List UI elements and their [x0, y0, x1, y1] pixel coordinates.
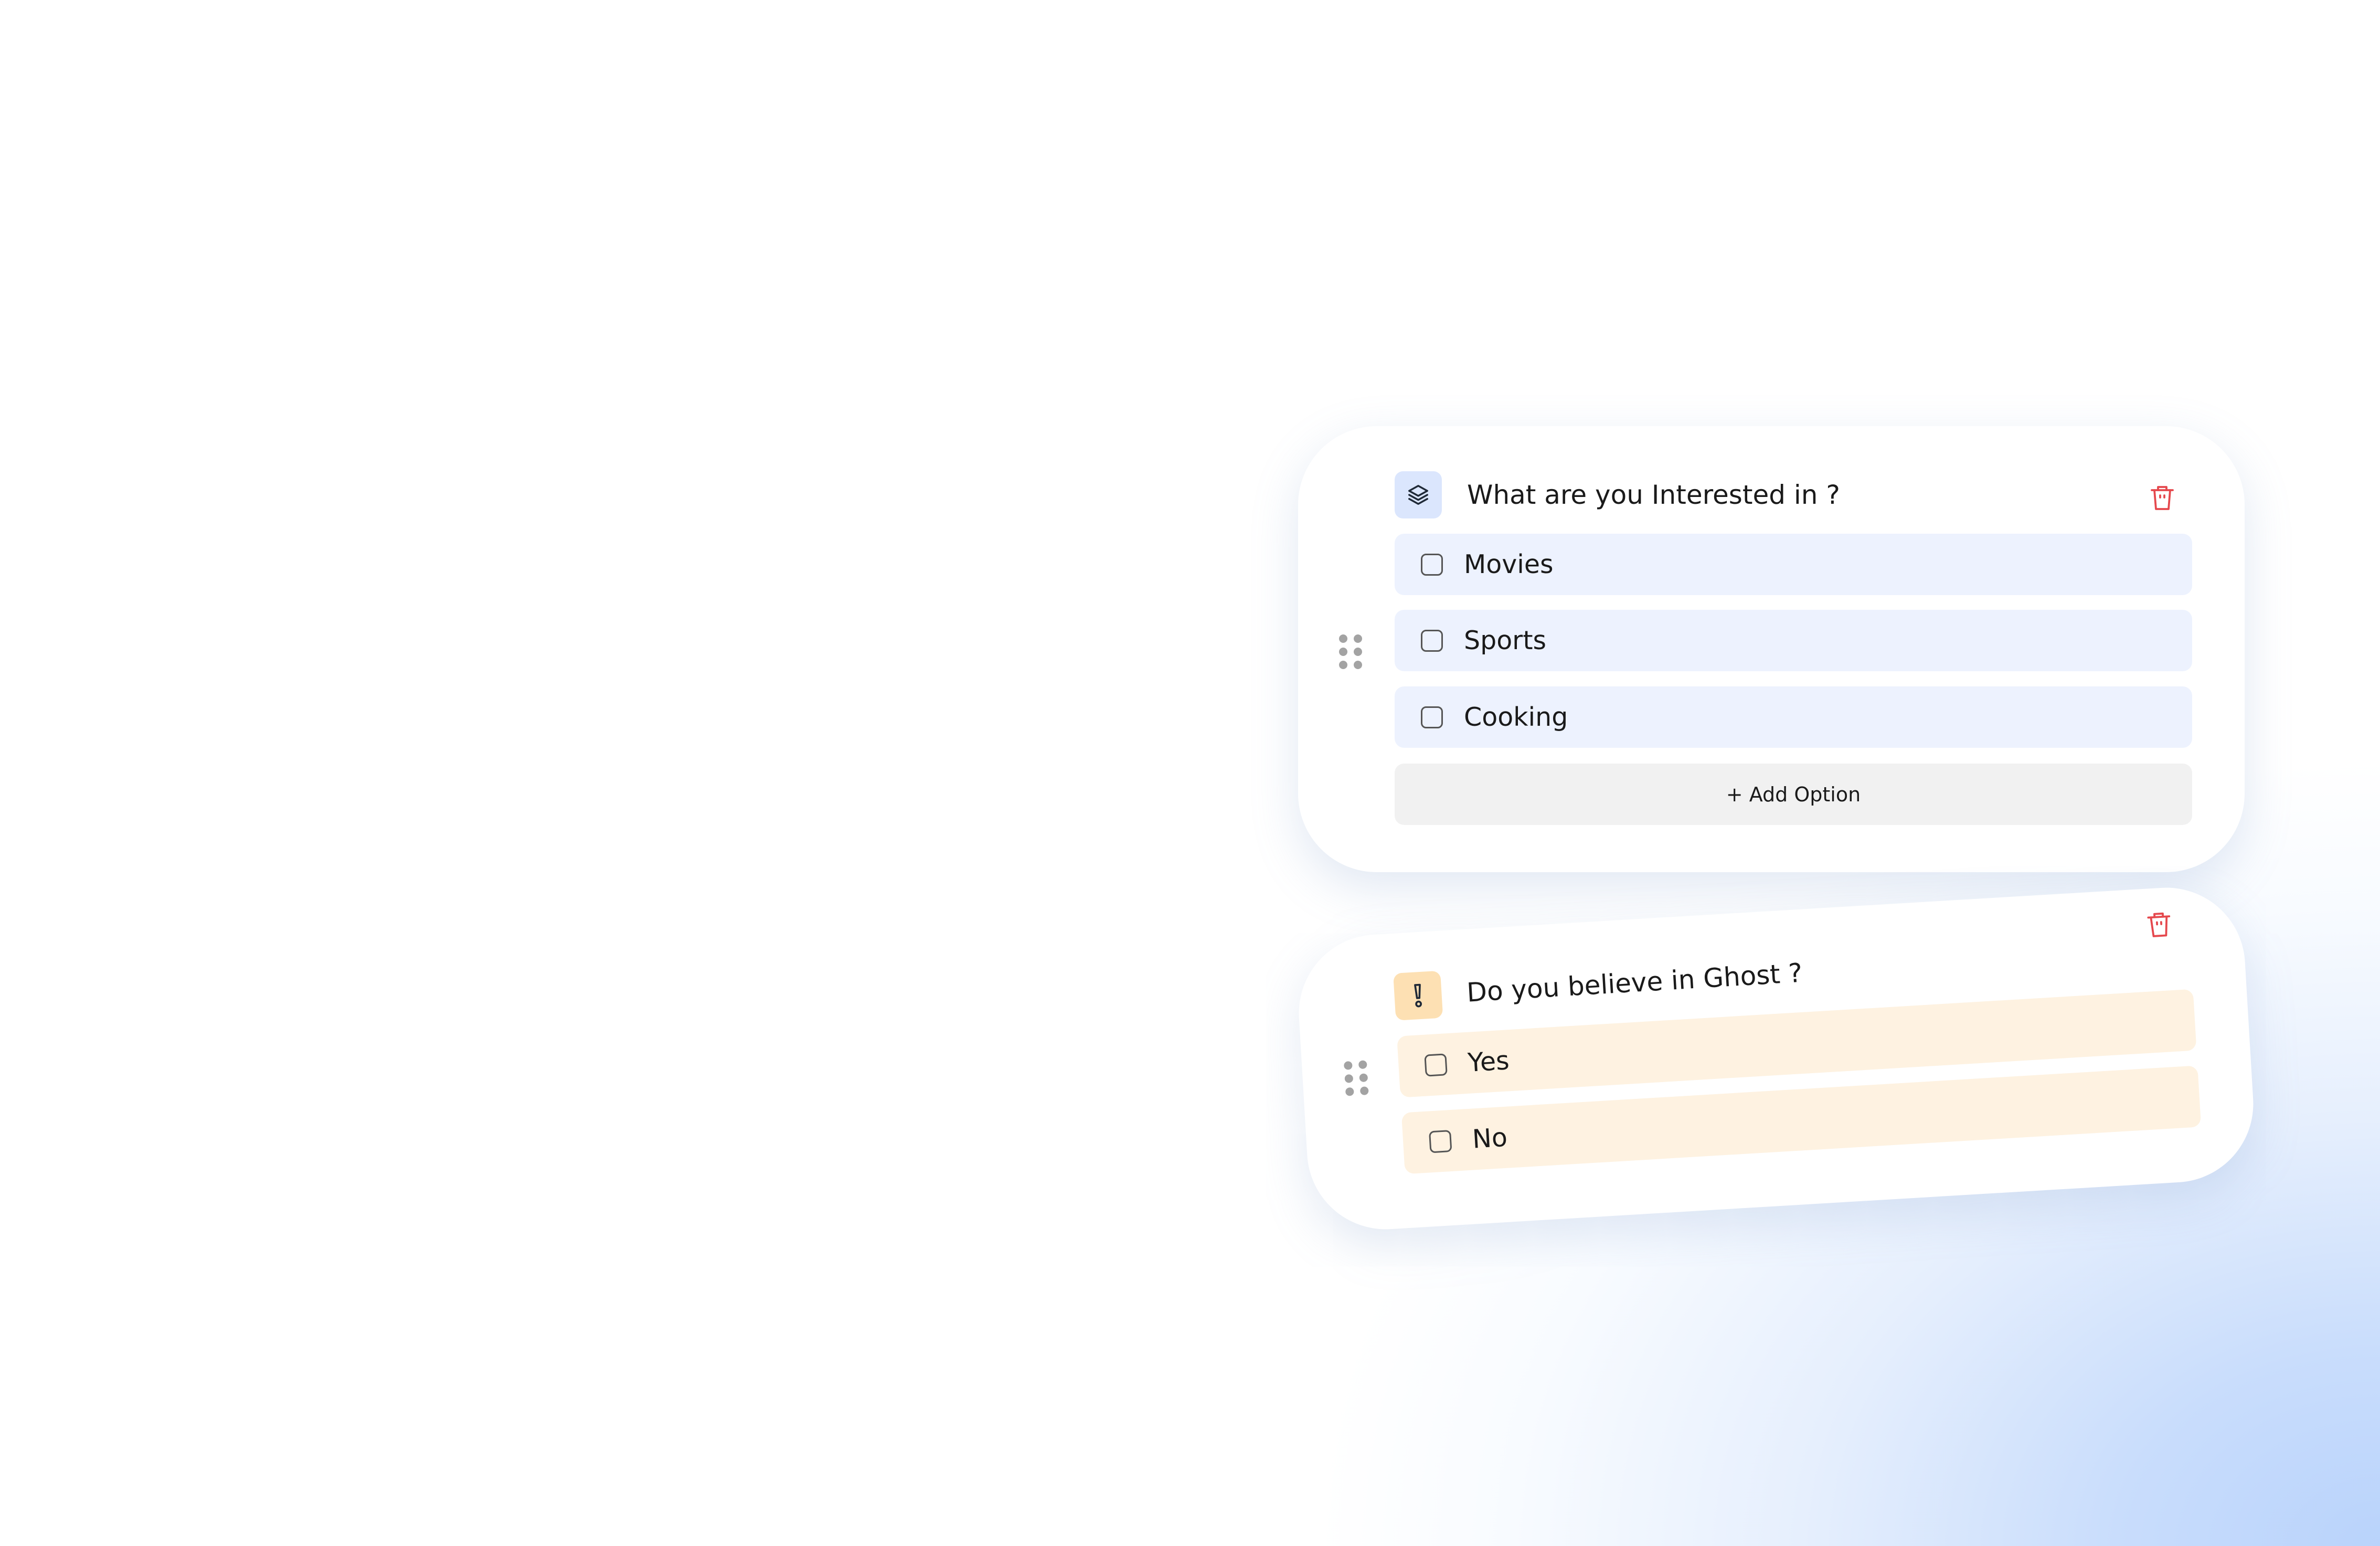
option-label: Movies: [1464, 549, 1554, 579]
exclamation-icon: [1393, 970, 1443, 1021]
option-label: Cooking: [1464, 702, 1568, 732]
drag-handle-icon[interactable]: [1343, 1060, 1369, 1096]
option-checkbox[interactable]: [1429, 1129, 1452, 1153]
option-label: No: [1471, 1122, 1508, 1155]
option-checkbox[interactable]: [1424, 1053, 1448, 1077]
option-checkbox[interactable]: [1421, 629, 1443, 652]
option-row[interactable]: Movies: [1395, 534, 2192, 595]
option-checkbox[interactable]: [1421, 706, 1443, 728]
question-header: What are you Interested in ?: [1395, 471, 1840, 518]
layers-icon: [1395, 471, 1442, 518]
option-row[interactable]: Cooking: [1395, 686, 2192, 748]
question-card-ghost: Do you believe in Ghost ? Yes No: [1294, 883, 2258, 1234]
trash-icon[interactable]: [2146, 909, 2173, 939]
question-title[interactable]: Do you believe in Ghost ?: [1466, 958, 1803, 1008]
drag-handle-icon[interactable]: [1339, 634, 1362, 669]
option-checkbox[interactable]: [1421, 553, 1443, 576]
option-label: Yes: [1467, 1045, 1511, 1078]
option-label: Sports: [1464, 626, 1547, 655]
option-row[interactable]: Sports: [1395, 610, 2192, 671]
question-card-interests: What are you Interested in ? Movies Spor…: [1298, 426, 2245, 872]
question-header: Do you believe in Ghost ?: [1393, 949, 1804, 1021]
question-title[interactable]: What are you Interested in ?: [1467, 480, 1840, 510]
trash-icon[interactable]: [2150, 483, 2175, 512]
add-option-button[interactable]: + Add Option: [1395, 764, 2192, 825]
